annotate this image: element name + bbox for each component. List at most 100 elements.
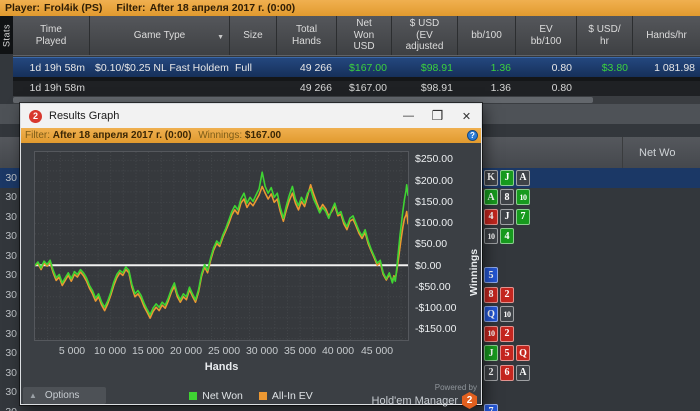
cell-bb100: 1.36 [490,82,511,94]
row-left-value: 30 [5,230,17,243]
cell-ev-bb100: 0.80 [551,82,572,94]
x-axis-title: Hands [204,361,239,373]
cell-bb100: 1.36 [490,62,511,74]
row-left-value: 30 [5,191,17,204]
col-net-won-usd[interactable]: Net Won USD [337,16,392,55]
col-ev-bb100[interactable]: EV bb/100 [516,16,577,55]
y-tick-label: $0.00 [415,260,442,272]
col-usd-ev-adjusted[interactable]: $ USD (EV adjusted [392,16,458,55]
chart-canvas [35,152,408,340]
cell-usd-hr: $3.80 [601,62,628,74]
help-icon[interactable]: ? [467,130,478,141]
cell-total-hands: 49 266 [299,82,332,94]
board-cards: J5Q [484,345,532,362]
chevron-down-icon[interactable]: ▼ [217,32,224,44]
popup-titlebar[interactable]: 2 Results Graph — ❒ ✕ [21,104,481,128]
cell-usd-hr [577,81,633,96]
cell-size [230,81,277,96]
maximize-button[interactable]: ❒ [423,104,452,128]
y-tick-label: -$50.00 [415,281,451,293]
col-net-won[interactable]: Net Wo [623,137,700,168]
options-button[interactable]: ▲ Options [23,387,106,404]
y-tick-label: $50.00 [415,238,448,250]
close-button[interactable]: ✕ [452,104,481,128]
legend-net-won: Net Won [189,390,243,402]
cell-ev-bb100: 0.80 [551,62,572,74]
cell-usd-ev-adjusted: $98.91 [420,62,453,74]
minimize-button[interactable]: — [394,104,423,128]
legend-net-won-label: Net Won [202,390,243,402]
y-tick-label: $200.00 [415,175,453,187]
card-Ks: K [484,169,498,186]
board-cards: 4J7 [484,208,532,225]
x-tick-label: 40 000 [321,345,355,357]
row-left-value: 30 [5,308,17,321]
stats-row-summary[interactable]: 1d 19h 58m 49 266 $167.00 $98.91 1.36 0.… [13,81,700,96]
card-8s: 8 [500,189,514,206]
card-Qh: Q [516,345,530,362]
powered-by-line1: Powered by [434,383,477,392]
col-total-hands[interactable]: Total Hands [277,16,337,55]
legend-all-in-ev-label: All-In EV [271,390,313,402]
card-4c: 4 [500,228,514,245]
popup-title: Results Graph [49,110,120,122]
col-usd-hr[interactable]: $ USD/ hr [577,16,633,55]
col-game-type-label: Game Type [133,29,186,41]
y-tick-label: -$150.00 [415,323,457,335]
y-tick-label: $250.00 [415,153,453,165]
card-7d: 7 [484,403,498,411]
board-cards: KJA [484,169,532,186]
cell-size: Full [235,62,252,74]
filter-value: After 18 апреля 2017 г. (0:00) [149,2,296,14]
legend-all-in-ev: All-In EV [258,390,313,402]
net-won-swatch-icon [189,392,198,400]
board-cards: A 8 10 [484,189,532,206]
options-label: Options [44,390,80,401]
col-bb100[interactable]: bb/100 [458,16,516,55]
cell-hands-hr: 1 081.98 [654,62,695,74]
winnings-label: Winnings: [198,130,243,141]
winnings-value: $167.00 [244,130,282,141]
card-6h: 6 [500,364,514,381]
popup-filter-bar: Filter: After 18 апреля 2017 г. (0:00) W… [21,128,481,143]
col-game-type[interactable]: Game Type ▼ [90,16,230,55]
card-8h: 8 [484,286,498,303]
filter-value: After 18 апреля 2017 г. (0:00) [52,130,192,141]
card-4h: 4 [484,208,498,225]
row-left-value: 30 [5,327,17,340]
row-left-value: 30 [0,406,20,411]
card-10s: 10 [484,228,498,245]
card-5d: 5 [484,267,498,284]
x-axis-labels: 5 000 10 000 15 000 20 000 25 000 30 000 35 00… [34,345,409,357]
caret-up-icon: ▲ [29,391,37,400]
card-Js: J [500,208,514,225]
cell-hands-hr [633,81,700,96]
y-tick-label: $150.00 [415,196,453,208]
stats-row-selected[interactable]: 1d 19h 58m $0.10/$0.25 NL Fast Holdem Fu… [13,57,700,77]
row-left-value: 30 [5,269,17,282]
card-2h: 2 [500,325,514,342]
row-left-value: 30 [5,347,17,360]
powered-by: Powered by Hold'em Manager 2 [372,383,477,409]
board-cards: Q 10 [484,306,516,323]
col-time-played[interactable]: Time Played [13,16,90,55]
card-7c: 7 [516,208,530,225]
cell-time-played: 1d 19h 58m [29,82,85,94]
y-axis-labels: $250.00 $200.00 $150.00 $100.00 $50.00 $0.00 -… [415,151,475,341]
card-10h: 10 [484,325,498,342]
board-cards: 26A [484,364,532,381]
hm2-logo-icon: 2 [29,109,42,123]
stats-table-header: Time Played Game Type ▼ Size Total Hands … [13,16,700,56]
card-Jc: J [500,169,514,186]
row-left-value: 30 [5,249,17,262]
card-Jc: J [484,345,498,362]
cell-usd-ev-adjusted: $98.91 [420,82,453,94]
powered-by-line2: Hold'em Manager [371,394,458,407]
col-size[interactable]: Size [230,16,277,55]
col-hands-hr[interactable]: Hands/hr [633,16,700,55]
tab-stats[interactable]: Stats [0,16,13,54]
player-filter-bar: Player: Frol4ik (PS) Filter: After 18 апрел… [0,0,700,16]
card-2s: 2 [484,364,498,381]
card-As: A [516,364,530,381]
cell-game-type: $0.10/$0.25 NL Fast Holdem [95,62,229,74]
